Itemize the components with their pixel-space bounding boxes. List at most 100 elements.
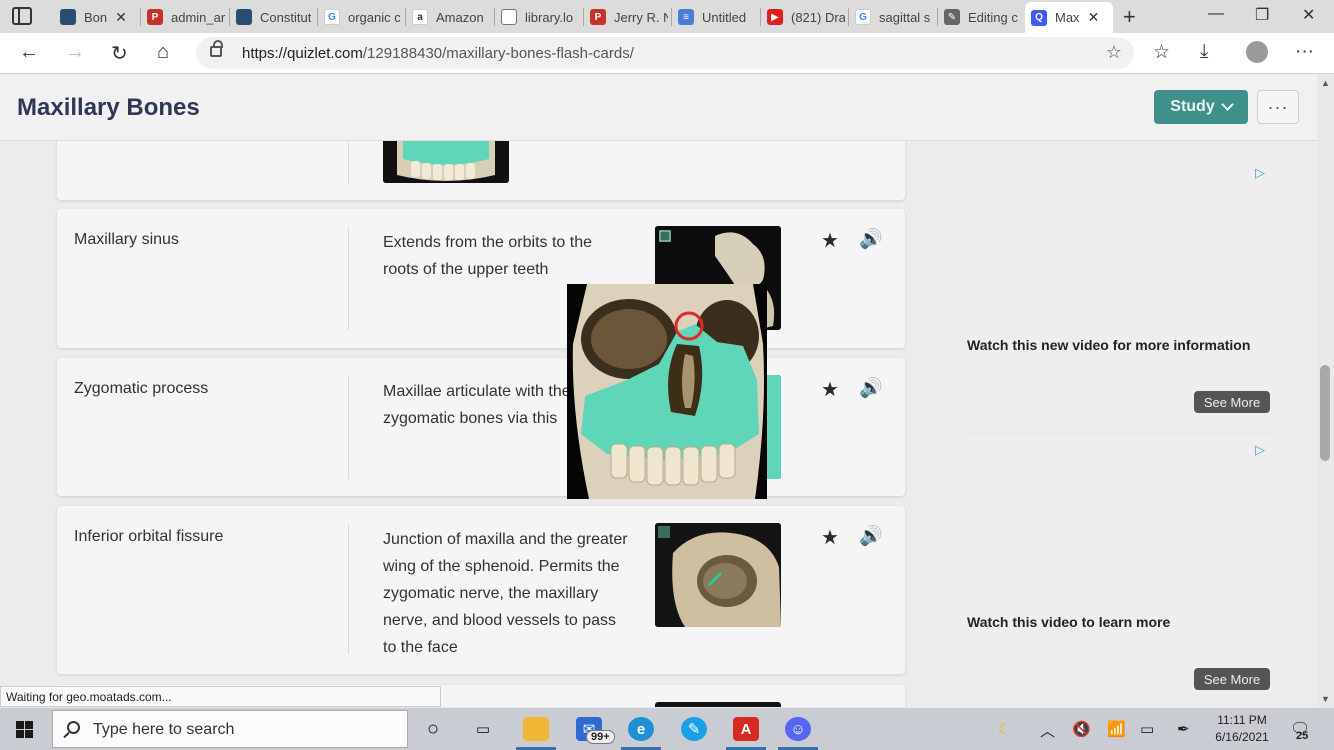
- windows-start-icon[interactable]: [16, 721, 33, 738]
- ad-choices-icon[interactable]: ▷: [1255, 442, 1265, 458]
- pen-icon[interactable]: ✒: [1177, 720, 1190, 738]
- pdf-icon: P: [147, 9, 163, 25]
- ad-choices-icon[interactable]: ▷: [1255, 165, 1265, 181]
- term-text: Zygomatic process: [74, 380, 209, 397]
- browser-tab-7[interactable]: P Jerry R. N: [590, 4, 668, 30]
- term-text: Inferior orbital fissure: [74, 528, 224, 545]
- scroll-down-arrow[interactable]: ▼: [1321, 694, 1330, 704]
- browser-tab-2[interactable]: P admin_ar: [147, 4, 227, 30]
- definition-text: Junction of maxilla and the greater wing…: [383, 531, 628, 656]
- taskbar-clock[interactable]: 11:11 PM 6/16/2021: [1210, 712, 1274, 746]
- star-icon[interactable]: ★: [821, 525, 839, 550]
- document-icon: [501, 9, 517, 25]
- browser-tab-11[interactable]: ✎ Editing c: [944, 4, 1022, 30]
- home-button[interactable]: ⌂: [157, 41, 169, 64]
- new-tab-button[interactable]: +: [1123, 4, 1136, 30]
- url-text: https://quizlet.com/129188430/maxillary-…: [242, 45, 634, 62]
- chevron-down-icon: [1220, 98, 1234, 111]
- close-window-button[interactable]: ✕: [1302, 5, 1315, 25]
- acrobat-icon[interactable]: A: [733, 717, 759, 741]
- term-card: Maxillary sinus Extends from the orbits …: [57, 209, 905, 348]
- app-icon[interactable]: ✎: [681, 717, 707, 741]
- ad-headline: Watch this new video for more informatio…: [967, 337, 1251, 353]
- star-icon[interactable]: ★: [821, 228, 839, 253]
- scroll-up-arrow[interactable]: ▲: [1321, 78, 1330, 88]
- battery-icon[interactable]: ▭: [1140, 720, 1154, 738]
- browser-tab-active[interactable]: Q Max ✕: [1025, 2, 1113, 33]
- see-more-button[interactable]: See More: [1194, 668, 1270, 690]
- ad-headline: Watch this video to learn more: [967, 614, 1171, 630]
- youtube-icon: ▶: [767, 9, 783, 25]
- discord-icon[interactable]: ☺: [785, 717, 811, 741]
- browser-tab-10[interactable]: G sagittal s: [855, 4, 935, 30]
- browser-tab-6[interactable]: library.lo: [501, 4, 579, 30]
- audio-icon[interactable]: 🔊: [859, 227, 883, 251]
- page-scrollbar[interactable]: ▲ ▼: [1317, 75, 1334, 707]
- minimize-button[interactable]: —: [1208, 5, 1224, 23]
- tab-close-icon[interactable]: ✕: [1088, 9, 1100, 26]
- term-text: Maxillary sinus: [74, 231, 179, 248]
- restore-button[interactable]: ❐: [1255, 5, 1269, 25]
- star-icon[interactable]: ★: [821, 377, 839, 402]
- mri-thumbnail-icon: [60, 9, 76, 25]
- term-image[interactable]: [655, 702, 781, 707]
- term-card: Inferior orbital fissure Junction of max…: [57, 506, 905, 674]
- browser-tab-3[interactable]: Constitut: [236, 4, 314, 30]
- address-toolbar: ← → ↻ ⌂ https://quizlet.com/129188430/ma…: [0, 33, 1334, 74]
- audio-icon[interactable]: 🔊: [859, 376, 883, 400]
- mail-badge: 99+: [586, 730, 615, 744]
- volume-muted-icon[interactable]: 🔇: [1072, 720, 1091, 738]
- status-bar-text: Waiting for geo.moatads.com...: [0, 686, 441, 707]
- edge-icon[interactable]: e: [628, 717, 654, 741]
- forward-button[interactable]: →: [65, 41, 85, 64]
- term-card: Zygomatic process Maxillae articulate wi…: [57, 358, 905, 496]
- term-image[interactable]: [655, 523, 781, 627]
- task-view-icon[interactable]: ▭: [470, 717, 496, 741]
- downloads-icon[interactable]: ⤓: [1200, 41, 1208, 63]
- taskbar-search-box[interactable]: Type here to search: [52, 710, 408, 748]
- enlarged-skull-image[interactable]: [567, 284, 767, 499]
- browser-tab-5[interactable]: a Amazon: [412, 4, 492, 30]
- add-favorite-icon[interactable]: ☆: [1106, 42, 1122, 63]
- cortana-icon[interactable]: ○: [420, 717, 446, 741]
- show-hidden-icons-chevron[interactable]: ︿: [1040, 720, 1055, 741]
- browser-tab-strip: Bon ✕ P admin_ar Constitut G organic c a…: [0, 0, 1334, 33]
- tab-close-icon[interactable]: ✕: [115, 9, 127, 26]
- docs-icon: ≡: [678, 9, 694, 25]
- google-icon: G: [324, 9, 340, 25]
- night-light-icon[interactable]: ☾: [998, 720, 1011, 738]
- mri-thumbnail-icon: [236, 9, 252, 25]
- pdf-icon: P: [590, 9, 606, 25]
- video-ad[interactable]: ▷ Watch this video to learn more See Mor…: [963, 436, 1273, 694]
- browser-tab-1[interactable]: Bon ✕: [60, 4, 140, 30]
- browser-tab-9[interactable]: ▶ (821) Dra: [767, 4, 845, 30]
- definition-text: Extends from the orbits to the roots of …: [383, 234, 592, 278]
- back-button[interactable]: ←: [19, 41, 39, 64]
- profile-avatar[interactable]: [1246, 41, 1268, 63]
- amazon-icon: a: [412, 9, 428, 25]
- more-options-button[interactable]: ···: [1257, 90, 1299, 124]
- notification-count: 25: [1296, 730, 1309, 742]
- google-icon: G: [855, 9, 871, 25]
- wifi-icon[interactable]: 📶: [1107, 720, 1126, 738]
- quizlet-icon: Q: [1031, 9, 1047, 26]
- set-header: Maxillary Bones Study ···: [0, 75, 1317, 141]
- browser-tab-4[interactable]: G organic c: [324, 4, 400, 30]
- scroll-thumb[interactable]: [1320, 365, 1330, 461]
- tab-actions-icon[interactable]: [12, 7, 32, 25]
- refresh-button[interactable]: ↻: [111, 41, 128, 66]
- browser-tab-8[interactable]: ≡ Untitled: [678, 4, 758, 30]
- page-title: Maxillary Bones: [17, 94, 200, 121]
- study-button[interactable]: Study: [1154, 90, 1248, 124]
- file-explorer-icon[interactable]: [523, 717, 549, 741]
- address-bar[interactable]: https://quizlet.com/129188430/maxillary-…: [196, 37, 1134, 69]
- see-more-button[interactable]: See More: [1194, 391, 1270, 413]
- edit-icon: ✎: [944, 9, 960, 25]
- audio-icon[interactable]: 🔊: [859, 524, 883, 548]
- search-icon: [67, 721, 80, 734]
- favorites-icon[interactable]: ☆: [1153, 41, 1170, 64]
- video-ad[interactable]: ▷ Watch this new video for more informat…: [963, 159, 1273, 417]
- lock-icon[interactable]: [210, 40, 223, 57]
- settings-more-icon[interactable]: ···: [1295, 41, 1314, 63]
- windows-taskbar: Type here to search ○ ▭ ✉ 99+ e ✎ A ☺ ☾ …: [0, 708, 1334, 750]
